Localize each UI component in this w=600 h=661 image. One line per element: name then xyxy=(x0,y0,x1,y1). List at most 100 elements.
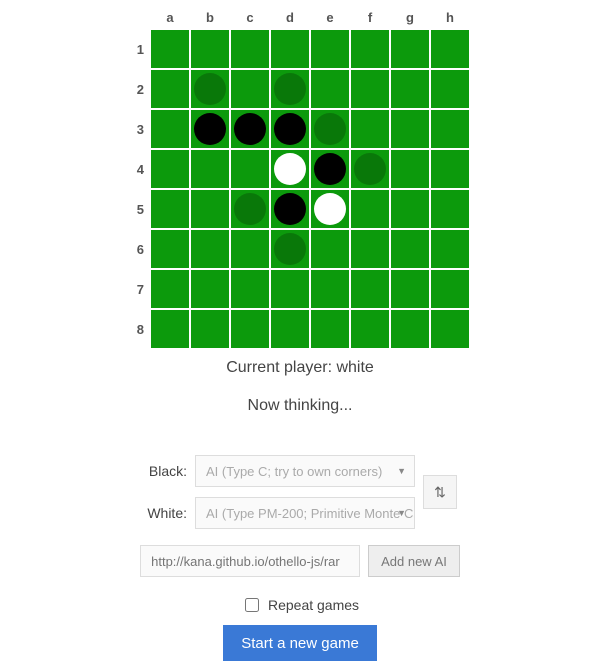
board-cell[interactable] xyxy=(430,229,470,269)
board-cell[interactable] xyxy=(230,309,270,349)
board-cell[interactable] xyxy=(350,149,390,189)
board-cell[interactable] xyxy=(230,269,270,309)
board-cell[interactable] xyxy=(270,189,310,229)
current-player-status: Current player: white xyxy=(226,359,374,377)
board-cell[interactable] xyxy=(350,69,390,109)
black-disc xyxy=(274,113,306,145)
board-cell[interactable] xyxy=(270,109,310,149)
board-cell[interactable] xyxy=(230,29,270,69)
board-cell[interactable] xyxy=(390,69,430,109)
board-cell[interactable] xyxy=(310,189,350,229)
board-cell[interactable] xyxy=(150,29,190,69)
column-label: e xyxy=(310,10,350,29)
board-cell[interactable] xyxy=(150,269,190,309)
black-label: Black: xyxy=(143,463,187,479)
board-cell[interactable] xyxy=(430,109,470,149)
board-cell[interactable] xyxy=(350,229,390,269)
board-cell[interactable] xyxy=(150,189,190,229)
board-cell[interactable] xyxy=(190,309,230,349)
row-label: 3 xyxy=(130,122,150,137)
board-cell[interactable] xyxy=(230,189,270,229)
board-cell[interactable] xyxy=(230,69,270,109)
swap-icon: ⇅ xyxy=(434,484,446,501)
board-cell[interactable] xyxy=(150,229,190,269)
white-disc xyxy=(314,193,346,225)
board-cell[interactable] xyxy=(350,189,390,229)
board-row: 4 xyxy=(130,149,470,189)
board-cell[interactable] xyxy=(150,309,190,349)
board-cell[interactable] xyxy=(150,69,190,109)
board-cell[interactable] xyxy=(190,69,230,109)
board-row: 7 xyxy=(130,269,470,309)
board-cell[interactable] xyxy=(390,149,430,189)
black-player-row: Black: AI (Type C; try to own corners) xyxy=(143,455,415,487)
board-cell[interactable] xyxy=(430,309,470,349)
board-row: 6 xyxy=(130,229,470,269)
row-label: 4 xyxy=(130,162,150,177)
board-cell[interactable] xyxy=(230,229,270,269)
board-cell[interactable] xyxy=(390,229,430,269)
column-label: f xyxy=(350,10,390,29)
board-cell[interactable] xyxy=(190,189,230,229)
board-cell[interactable] xyxy=(430,149,470,189)
board-cell[interactable] xyxy=(150,149,190,189)
repeat-games-checkbox[interactable] xyxy=(245,598,259,612)
row-label: 8 xyxy=(130,322,150,337)
board-cell[interactable] xyxy=(310,149,350,189)
white-player-select[interactable]: AI (Type PM-200; Primitive Monte Carlo) xyxy=(195,497,415,529)
board-cell[interactable] xyxy=(190,229,230,269)
board-cell[interactable] xyxy=(270,309,310,349)
board-cell[interactable] xyxy=(310,29,350,69)
board-cell[interactable] xyxy=(310,69,350,109)
column-label: c xyxy=(230,10,270,29)
controls: Black: AI (Type C; try to own corners) W… xyxy=(85,455,515,661)
board-cell[interactable] xyxy=(350,309,390,349)
black-player-select[interactable]: AI (Type C; try to own corners) xyxy=(195,455,415,487)
board-cell[interactable] xyxy=(390,189,430,229)
board-cell[interactable] xyxy=(430,69,470,109)
column-labels: abcdefgh xyxy=(150,10,470,29)
board-cell[interactable] xyxy=(230,109,270,149)
board-cell[interactable] xyxy=(150,109,190,149)
repeat-games-label: Repeat games xyxy=(268,597,359,613)
board-row: 3 xyxy=(130,109,470,149)
column-label: d xyxy=(270,10,310,29)
board-cell[interactable] xyxy=(350,29,390,69)
board-cell[interactable] xyxy=(310,309,350,349)
ai-url-input[interactable] xyxy=(140,545,360,577)
board-cell[interactable] xyxy=(350,269,390,309)
repeat-games-row[interactable]: Repeat games xyxy=(241,595,359,615)
board-cell[interactable] xyxy=(190,149,230,189)
black-disc xyxy=(234,113,266,145)
board-cell[interactable] xyxy=(270,269,310,309)
board-cell[interactable] xyxy=(310,269,350,309)
start-game-button[interactable]: Start a new game xyxy=(223,625,377,661)
board-cell[interactable] xyxy=(190,109,230,149)
row-label: 6 xyxy=(130,242,150,257)
board-cell[interactable] xyxy=(390,29,430,69)
board-cell[interactable] xyxy=(350,109,390,149)
board-grid: 12345678 xyxy=(130,29,470,349)
board-cell[interactable] xyxy=(270,69,310,109)
board-cell[interactable] xyxy=(390,109,430,149)
thinking-status: Now thinking... xyxy=(248,397,353,415)
board-cell[interactable] xyxy=(430,29,470,69)
add-ai-button[interactable]: Add new AI xyxy=(368,545,460,577)
board-row: 5 xyxy=(130,189,470,229)
board-cell[interactable] xyxy=(390,309,430,349)
board-cell[interactable] xyxy=(270,229,310,269)
board-cell[interactable] xyxy=(190,269,230,309)
board-cell[interactable] xyxy=(270,29,310,69)
board-cell[interactable] xyxy=(310,229,350,269)
board-cell[interactable] xyxy=(310,109,350,149)
white-disc xyxy=(274,153,306,185)
board-cell[interactable] xyxy=(430,189,470,229)
board-cell[interactable] xyxy=(270,149,310,189)
board-cell[interactable] xyxy=(190,29,230,69)
move-hint xyxy=(274,73,306,105)
board-cell[interactable] xyxy=(230,149,270,189)
column-label: b xyxy=(190,10,230,29)
swap-players-button[interactable]: ⇅ xyxy=(423,475,457,509)
board-cell[interactable] xyxy=(390,269,430,309)
board-cell[interactable] xyxy=(430,269,470,309)
